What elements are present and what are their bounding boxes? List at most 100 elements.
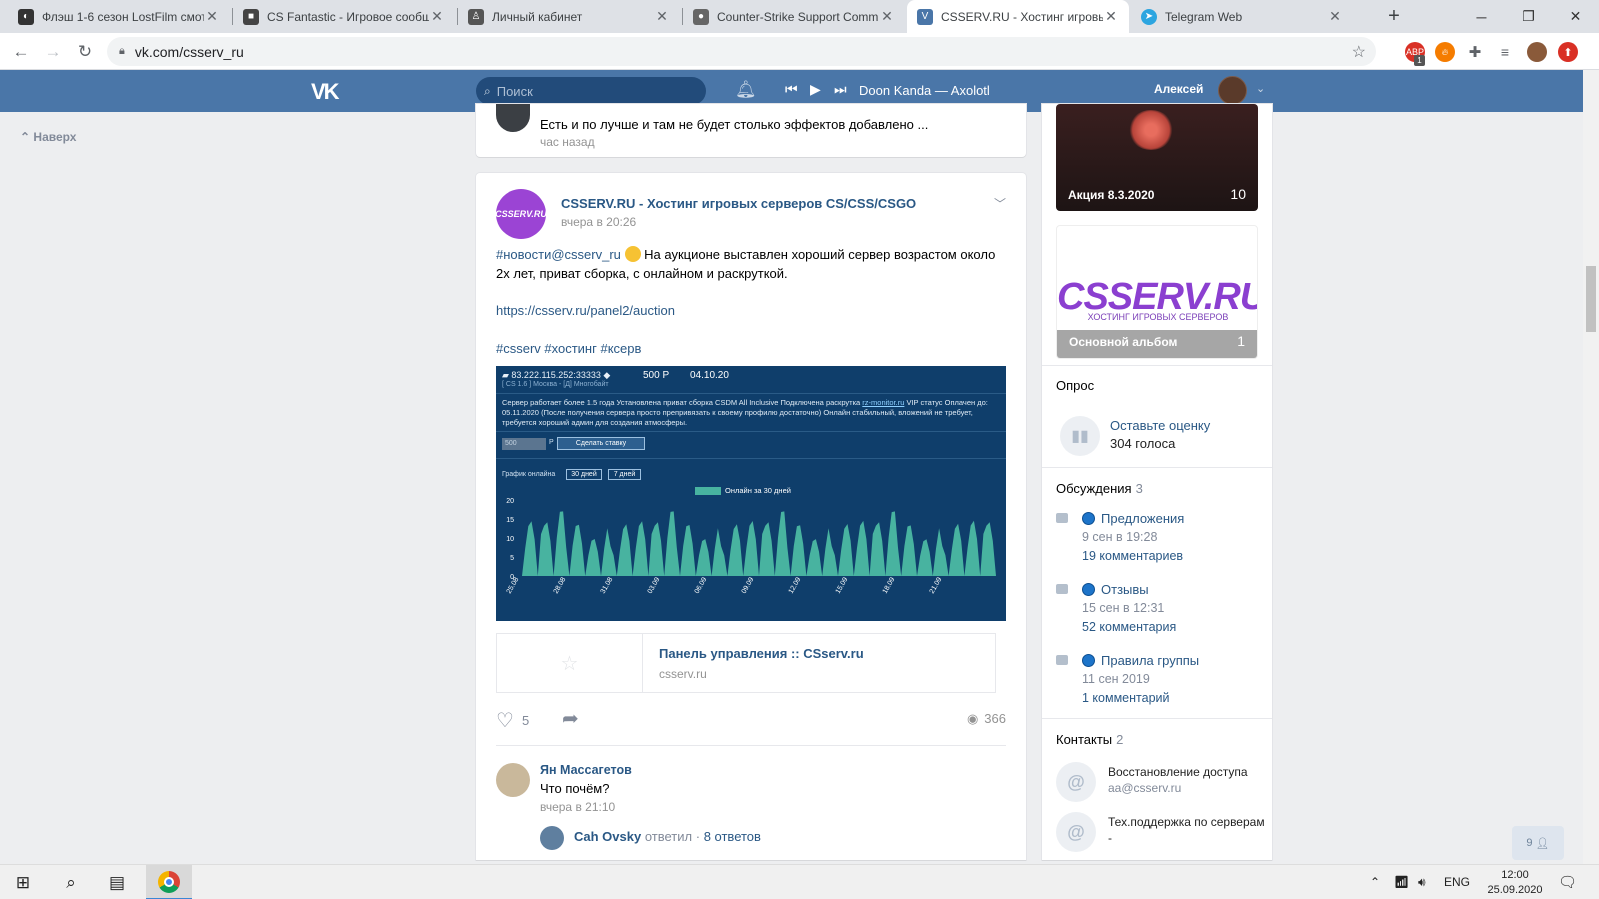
- snippet-title[interactable]: Панель управления :: CSserv.ru: [659, 646, 864, 661]
- wall-post: CSSERV.RU CSSERV.RU - Хостинг игровых се…: [476, 173, 1026, 860]
- avatar[interactable]: [496, 104, 530, 132]
- post-author-name[interactable]: CSSERV.RU - Хостинг игровых серверов CS/…: [561, 196, 916, 211]
- x-tick-label: 28.08: [553, 576, 568, 595]
- fire-extension-icon[interactable]: 🔥︎: [1435, 42, 1455, 62]
- user-avatar[interactable]: [1218, 76, 1247, 105]
- topic-circle-icon: [1082, 583, 1095, 596]
- link-snippet[interactable]: ☆ Панель управления :: CSserv.ru csserv.…: [496, 633, 996, 693]
- chat-bubble-icon: [1056, 655, 1068, 665]
- close-window-icon[interactable]: ✕: [1552, 0, 1599, 33]
- scroll-to-top-button[interactable]: ⌃ Наверх: [20, 130, 76, 144]
- notifications-bell-icon[interactable]: 🔔︎: [735, 80, 757, 100]
- browser-tab-cs-support[interactable]: ● Counter-Strike Support Comm ✕: [683, 0, 905, 33]
- comment-time[interactable]: вчера в 21:10: [540, 800, 615, 814]
- update-menu-icon[interactable]: ⬆: [1558, 42, 1578, 62]
- volume-icon[interactable]: 🔊︎: [1418, 875, 1426, 890]
- browser-tab-csfantastic[interactable]: ■ CS Fantastic - Игровое сообщ ✕: [233, 0, 455, 33]
- vk-logo[interactable]: VK: [311, 79, 340, 105]
- poll-chart-icon[interactable]: ▮▮: [1060, 416, 1100, 456]
- omnibox[interactable]: 🔒︎ vk.com/csserv_ru ☆: [107, 37, 1376, 66]
- lostfilm-icon: ◐: [18, 8, 34, 25]
- discussions-header[interactable]: Обсуждения 3: [1056, 481, 1143, 496]
- user-name[interactable]: Алексей: [1154, 82, 1203, 96]
- wifi-icon[interactable]: 📶︎: [1394, 875, 1409, 889]
- album-promo[interactable]: Акция 8.3.2020 10: [1056, 104, 1258, 211]
- close-tab-icon[interactable]: ✕: [654, 8, 670, 25]
- x-tick-label: 15.09: [835, 576, 850, 595]
- post-hashtag[interactable]: #новости@csserv_ru: [496, 247, 621, 262]
- windows-start-icon[interactable]: ⊞: [0, 865, 46, 899]
- browser-tab-csserv[interactable]: V CSSERV.RU - Хостинг игровых ✕: [907, 0, 1129, 33]
- poll-title[interactable]: Оставьте оценку: [1110, 418, 1210, 433]
- contacts-header[interactable]: Контакты 2: [1056, 732, 1123, 747]
- like-button[interactable]: ♡ 5: [496, 708, 529, 733]
- vk-search-input[interactable]: ⌕ Поиск: [476, 77, 706, 105]
- topic-circle-icon: [1082, 654, 1095, 667]
- post-author-avatar[interactable]: CSSERV.RU: [495, 189, 547, 239]
- media-control-icon[interactable]: ≡: [1495, 42, 1515, 62]
- graph-30-days-button: 30 дней: [566, 469, 602, 480]
- page-scrollbar[interactable]: [1583, 70, 1599, 864]
- topic-circle-icon: [1082, 512, 1095, 525]
- search-icon: ⌕: [484, 83, 491, 98]
- close-tab-icon[interactable]: ✕: [879, 8, 895, 25]
- friends-online-button[interactable]: 9 👤︎: [1512, 826, 1564, 860]
- graph-label: График онлайна: [502, 471, 556, 478]
- post-time[interactable]: вчера в 20:26: [561, 215, 636, 229]
- reload-icon[interactable]: ↻: [72, 39, 98, 65]
- post-menu-chevron-icon[interactable]: ﹀: [994, 195, 1006, 212]
- close-tab-icon[interactable]: ✕: [1103, 8, 1119, 25]
- reply-author-avatar[interactable]: [540, 826, 564, 850]
- post-link[interactable]: https://csserv.ru/panel2/auction: [496, 303, 675, 318]
- x-tick-label: 31.08: [600, 576, 615, 595]
- tray-chevron-up-icon[interactable]: ⌃: [1370, 875, 1380, 889]
- post-image-auction-screenshot[interactable]: ▰ 83.222.115.252:33333 ◆ [ CS 1.6 ] Моск…: [496, 366, 1006, 621]
- restore-icon[interactable]: ❐: [1505, 0, 1552, 33]
- new-tab-button[interactable]: +: [1378, 0, 1410, 33]
- task-view-icon[interactable]: ▤: [94, 865, 140, 899]
- browser-tab-telegram[interactable]: ➤ Telegram Web ✕: [1131, 0, 1353, 33]
- comment-time[interactable]: час назад: [540, 135, 595, 149]
- bookmark-star-icon[interactable]: ☆: [1352, 42, 1366, 62]
- share-icon[interactable]: ➦: [562, 706, 579, 731]
- notifications-icon[interactable]: 🗨︎: [1558, 873, 1577, 891]
- server-description: Сервер работает более 1.5 года Установле…: [502, 398, 988, 427]
- now-playing-track[interactable]: Doon Kanda — Axolotl: [859, 83, 990, 98]
- minimize-icon[interactable]: ─: [1458, 0, 1505, 33]
- search-icon[interactable]: ⌕: [48, 865, 94, 899]
- replies-line[interactable]: Cah Ovsky ответил · 8 ответов: [574, 829, 761, 844]
- discussions-section: [1042, 467, 1272, 468]
- x-tick-label: 12.09: [788, 576, 803, 595]
- forward-icon[interactable]: →: [40, 39, 66, 65]
- comment-text: Есть и по лучше и там не будет столько э…: [540, 117, 929, 132]
- close-tab-icon[interactable]: ✕: [204, 8, 220, 25]
- system-clock[interactable]: 12:00 25.09.2020: [1480, 868, 1550, 898]
- previous-post-fragment: Есть и по лучше и там не будет столько э…: [476, 104, 1026, 157]
- next-track-icon[interactable]: ⏭: [834, 81, 847, 98]
- comment-author-avatar[interactable]: [496, 763, 530, 797]
- lock-icon: 🔒︎: [119, 45, 125, 57]
- auction-date: 04.10.20: [690, 370, 729, 381]
- chrome-taskbar-button[interactable]: [146, 865, 192, 899]
- language-indicator[interactable]: ENG: [1444, 875, 1470, 889]
- play-icon[interactable]: ▶: [810, 81, 821, 98]
- close-tab-icon[interactable]: ✕: [1327, 8, 1343, 25]
- comment-author[interactable]: Ян Массагетов: [540, 763, 632, 777]
- puzzle-extensions-icon[interactable]: ✚: [1465, 42, 1485, 62]
- x-tick-label: 09.09: [741, 576, 756, 595]
- back-icon[interactable]: ←: [8, 39, 34, 65]
- prev-track-icon[interactable]: ⏮: [785, 81, 798, 98]
- close-tab-icon[interactable]: ✕: [429, 8, 445, 25]
- album-main[interactable]: CSSERV.RU ХОСТИНГ ИГРОВЫХ СЕРВЕРОВ Основ…: [1056, 225, 1258, 359]
- browser-tab-lostfilm[interactable]: ◐ Флэш 1-6 сезон LostFilm смот ✕: [8, 0, 230, 33]
- x-tick-label: 18.09: [882, 576, 897, 595]
- scrollbar-thumb[interactable]: [1586, 266, 1596, 332]
- comment-text: Что почём?: [540, 781, 610, 796]
- browser-tab-cabinet[interactable]: ♙ Личный кабинет ✕: [458, 0, 680, 33]
- profile-avatar[interactable]: [1527, 42, 1547, 62]
- cs-icon: ●: [693, 8, 709, 25]
- post-tags[interactable]: #csserv #хостинг #ксерв: [496, 341, 641, 356]
- chevron-down-icon[interactable]: ⌄: [1256, 82, 1265, 95]
- at-sign-icon: @: [1056, 762, 1096, 802]
- poll-header[interactable]: Опрос: [1056, 378, 1094, 393]
